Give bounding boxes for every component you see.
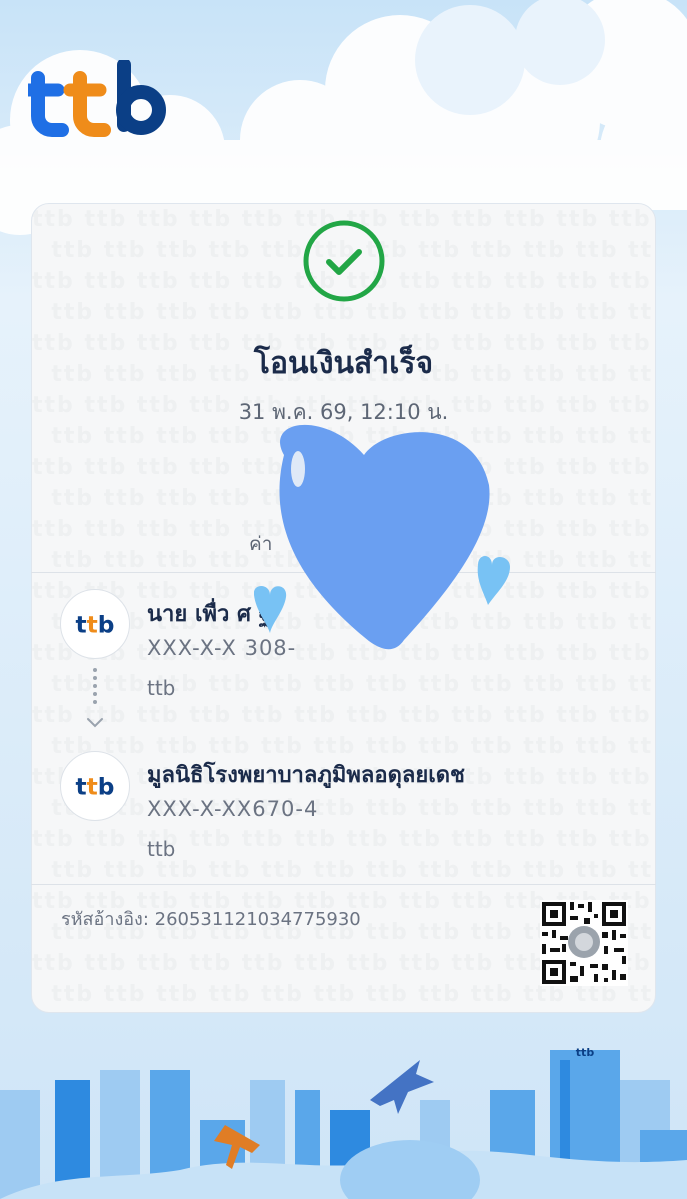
receiver-bank: ttb [147, 837, 176, 861]
flow-dots [93, 668, 97, 704]
svg-text:ttb: ttb [76, 612, 115, 639]
transfer-status-title: โอนเงินสำเร็จ [253, 346, 434, 381]
receiver-name: มูลนิธิโรงพยาบาลภูมิพลอดุลยเดช [147, 763, 465, 788]
ttb-small-logo: ttb [76, 774, 115, 801]
check-circle-icon [303, 220, 385, 302]
sender-bank-avatar: ttb [60, 589, 130, 659]
receiver-account: XXX-X-XX670-4 [147, 797, 319, 821]
svg-text:ttb: ttb [76, 774, 115, 801]
section-divider [31, 884, 656, 885]
qr-code-icon[interactable] [540, 900, 628, 986]
sender-name: นาย เพื่ว ศ ฐิ [147, 602, 271, 627]
ttb-logo [28, 60, 166, 137]
city-skyline-illustration: ttb [0, 1046, 687, 1199]
reference-code: รหัสอ้างอิง: 260531121034775930 [61, 909, 361, 930]
receiver-bank-avatar: ttb [60, 751, 130, 821]
building-sign: ttb [576, 1046, 595, 1059]
heart-sticker-icon [254, 424, 510, 650]
ttb-small-logo: ttb [76, 612, 115, 639]
sender-bank: ttb [147, 676, 176, 700]
chevron-down-icon [87, 718, 103, 728]
